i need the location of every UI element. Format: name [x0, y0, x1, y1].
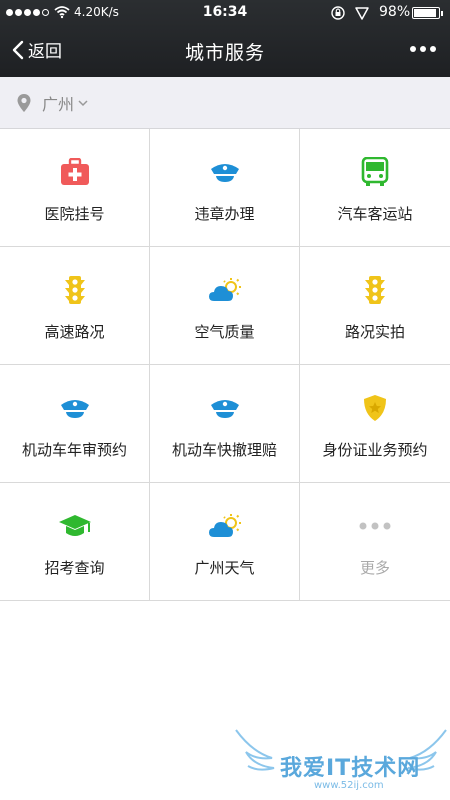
traffic-light-icon [364, 275, 386, 305]
more-dots-icon [358, 511, 392, 541]
chevron-down-icon [78, 100, 88, 107]
service-label: 汽车客运站 [337, 205, 413, 223]
service-label: 空气质量 [194, 323, 255, 341]
page-title: 城市服务 [184, 42, 265, 64]
traffic-light-icon [64, 275, 86, 305]
service-more[interactable]: 更多 [300, 483, 450, 601]
watermark-url: www.52ij.com [314, 780, 384, 791]
service-violation-handling[interactable]: 违章办理 [150, 129, 300, 247]
cloud-sun-icon [208, 511, 242, 541]
service-guangzhou-weather[interactable]: 广州天气 [150, 483, 300, 601]
service-label: 广州天气 [194, 559, 255, 577]
watermark-text: 我爱IT技术网 [280, 756, 421, 781]
medical-kit-icon [60, 157, 90, 187]
rotation-lock-icon [331, 6, 345, 20]
navigation-bar: 返回 城市服务 [0, 26, 450, 77]
service-label: 高速路况 [44, 323, 105, 341]
graduation-cap-icon [58, 511, 92, 541]
location-arrow-icon [355, 7, 369, 20]
service-vehicle-quick-claim[interactable]: 机动车快撤理赔 [150, 365, 300, 483]
service-grid: 医院挂号 违章办理 汽车客运站 高速路况 空气质量 路况实拍 机动车年审预约 机… [0, 129, 450, 601]
service-label: 医院挂号 [44, 205, 105, 223]
battery-percent: 98% [379, 4, 411, 20]
more-dot-icon [410, 46, 416, 52]
police-badge-icon [362, 393, 388, 423]
service-live-road-photos[interactable]: 路况实拍 [300, 247, 450, 365]
location-pin-icon [17, 93, 31, 112]
city-selector[interactable]: 广州 [0, 77, 450, 129]
service-label: 违章办理 [194, 205, 255, 223]
service-id-card-booking[interactable]: 身份证业务预约 [300, 365, 450, 483]
battery-icon [412, 7, 443, 19]
service-label: 招考查询 [44, 559, 105, 577]
service-label: 更多 [359, 559, 390, 577]
service-exam-inquiry[interactable]: 招考查询 [0, 483, 150, 601]
service-vehicle-inspection-booking[interactable]: 机动车年审预约 [0, 365, 150, 483]
cloud-sun-icon [208, 275, 242, 305]
service-label: 路况实拍 [344, 323, 405, 341]
service-label: 身份证业务预约 [322, 441, 428, 459]
police-cap-icon [210, 393, 240, 423]
top-header: 4.20K/s 16:34 98% 返回 城市服务 [0, 0, 450, 77]
police-cap-icon [60, 393, 90, 423]
service-bus-station[interactable]: 汽车客运站 [300, 129, 450, 247]
service-label: 机动车快撤理赔 [171, 441, 277, 459]
more-dot-icon [430, 46, 436, 52]
service-hospital-registration[interactable]: 医院挂号 [0, 129, 150, 247]
service-highway-traffic[interactable]: 高速路况 [0, 247, 150, 365]
more-options-button[interactable] [410, 46, 436, 52]
status-bar: 4.20K/s 16:34 98% [0, 0, 450, 26]
watermark-logo: 我爱IT技术网 www.52ij.com [232, 722, 450, 800]
police-cap-icon [210, 157, 240, 187]
more-dot-icon [420, 46, 426, 52]
city-name: 广州 [42, 94, 75, 114]
bus-icon [361, 157, 389, 187]
service-air-quality[interactable]: 空气质量 [150, 247, 300, 365]
service-label: 机动车年审预约 [21, 441, 127, 459]
